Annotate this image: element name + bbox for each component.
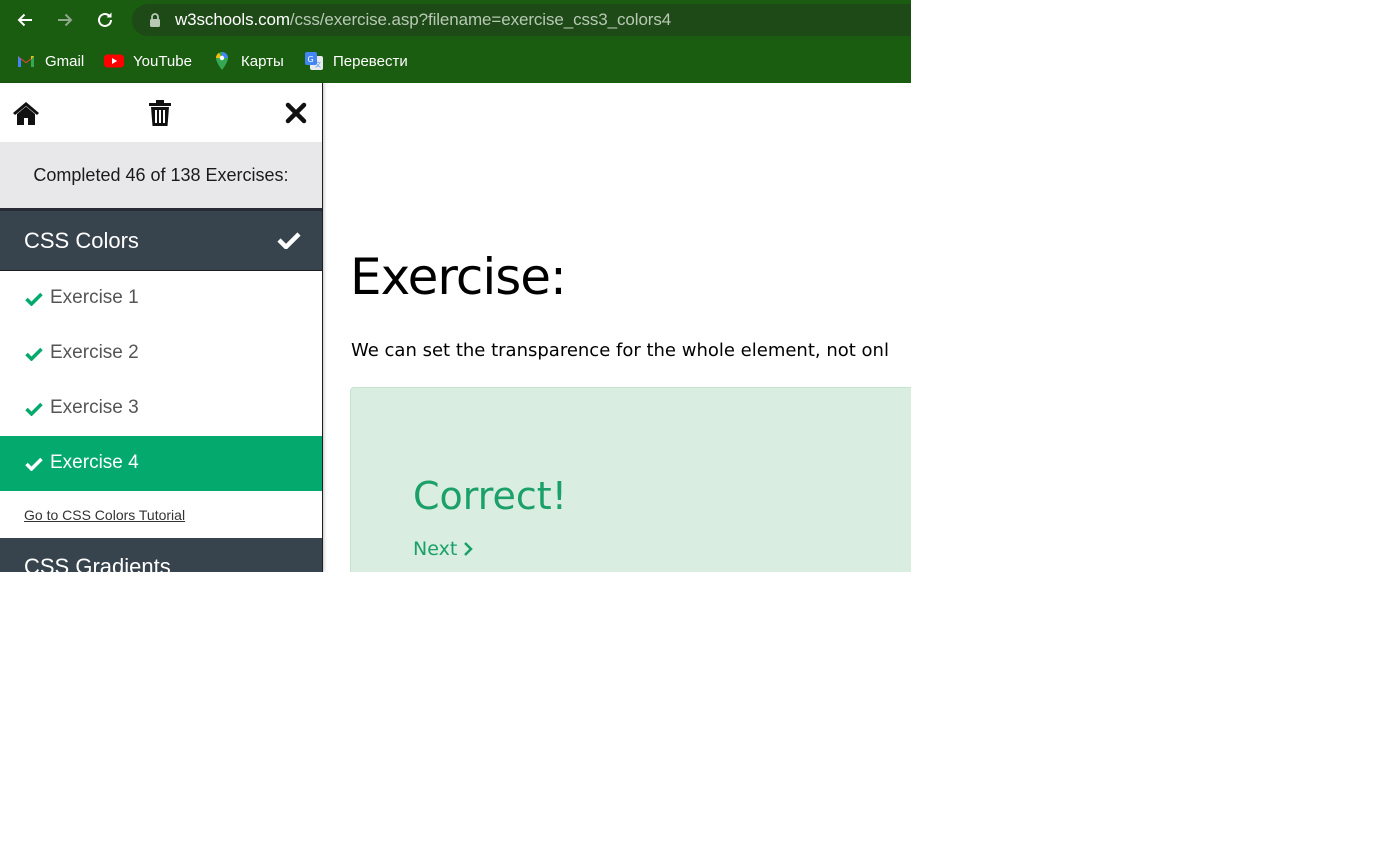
bookmark-translate[interactable]: G 文 Перевести [304, 50, 408, 72]
exercise-item-3[interactable]: Exercise 3 [0, 381, 322, 436]
section-header-css-gradients[interactable]: CSS Gradients [0, 538, 322, 572]
exercise-item-2[interactable]: Exercise 2 [0, 326, 322, 381]
reload-icon [98, 12, 112, 27]
reload-button[interactable] [91, 6, 119, 34]
url-path: /css/exercise.asp?filename=exercise_css3… [289, 10, 672, 29]
chevron-right-icon [464, 542, 474, 556]
close-sidebar-button[interactable] [281, 98, 311, 128]
progress-text: Completed 46 of 138 Exercises: [0, 142, 322, 211]
checkmark-icon [277, 232, 301, 249]
exercise-label: Exercise 2 [50, 342, 139, 363]
browser-toolbar: w3schools.com/css/exercise.asp?filename=… [0, 0, 911, 40]
checkmark-icon [25, 402, 43, 416]
exercise-item-4[interactable]: Exercise 4 [0, 436, 322, 491]
exercise-label: Exercise 4 [50, 452, 139, 473]
page-title: Exercise: [350, 248, 567, 306]
bookmark-label: Карты [241, 52, 284, 70]
back-button[interactable] [11, 6, 39, 34]
url-host: w3schools.com [175, 10, 290, 29]
tutorial-link-row: Go to CSS Colors Tutorial [0, 491, 322, 538]
bookmark-label: Перевести [333, 52, 408, 70]
home-button[interactable] [11, 98, 41, 128]
forward-button[interactable] [51, 6, 79, 34]
maps-icon [216, 52, 228, 70]
sidebar-toolbar [0, 83, 322, 142]
bookmark-label: YouTube [133, 52, 192, 70]
checkmark-icon [25, 457, 43, 471]
exercise-description: We can set the transparence for the whol… [351, 340, 889, 361]
checkmark-icon [25, 292, 43, 306]
section-title: CSS Colors [24, 228, 139, 253]
bookmark-youtube[interactable]: YouTube [104, 50, 192, 72]
translate-icon: G 文 [305, 52, 323, 70]
youtube-icon [104, 54, 124, 68]
section-title: CSS Gradients [24, 554, 171, 572]
correct-message: Correct! [413, 474, 567, 518]
exercise-label: Exercise 3 [50, 397, 139, 418]
reset-button[interactable] [145, 98, 175, 128]
bookmarks-bar: Gmail YouTube Карты G 文 Перевести [0, 40, 911, 83]
home-icon [13, 102, 39, 125]
exercise-sidebar: Completed 46 of 138 Exercises: CSS Color… [0, 83, 323, 572]
bookmark-maps[interactable]: Карты [212, 50, 284, 72]
trash-icon [149, 100, 171, 126]
next-link[interactable]: Next [413, 538, 474, 560]
exercise-item-1[interactable]: Exercise 1 [0, 271, 322, 326]
svg-text:G: G [308, 55, 314, 64]
url-text: w3schools.com/css/exercise.asp?filename=… [175, 10, 671, 30]
checkmark-icon [25, 347, 43, 361]
section-header-css-colors[interactable]: CSS Colors [0, 211, 322, 271]
bookmark-label: Gmail [45, 52, 85, 70]
close-icon [285, 102, 307, 124]
gmail-icon [18, 56, 34, 67]
back-arrow-icon [17, 13, 32, 27]
address-bar[interactable]: w3schools.com/css/exercise.asp?filename=… [132, 4, 911, 36]
next-label: Next [413, 538, 458, 560]
lock-icon [150, 13, 160, 27]
bookmark-gmail[interactable]: Gmail [16, 50, 84, 72]
svg-text:文: 文 [315, 61, 321, 69]
exercise-label: Exercise 1 [50, 287, 139, 308]
forward-arrow-icon [58, 13, 73, 27]
tutorial-link[interactable]: Go to CSS Colors Tutorial [24, 507, 185, 523]
browser-viewport: w3schools.com/css/exercise.asp?filename=… [0, 0, 911, 572]
result-panel: Correct! Next [350, 387, 911, 572]
